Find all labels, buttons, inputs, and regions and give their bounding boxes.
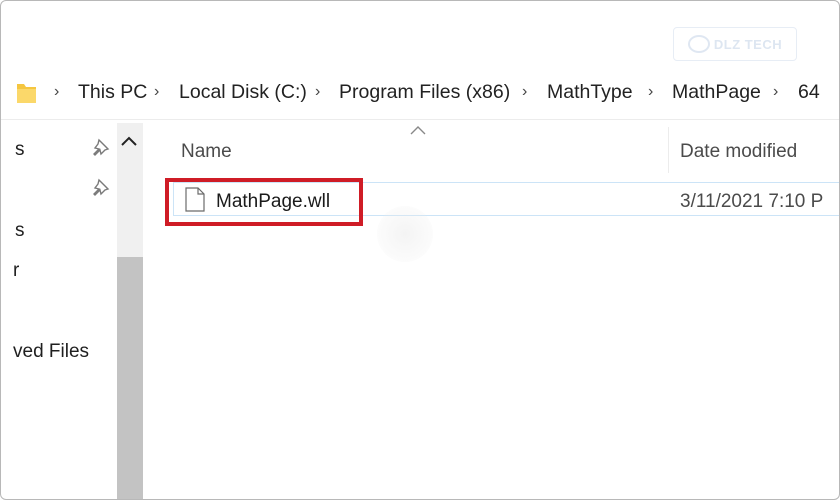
breadcrumb-program-files[interactable]: Program Files (x86) <box>339 81 510 103</box>
breadcrumb-64[interactable]: 64 <box>798 81 820 103</box>
chevron-up-icon[interactable] <box>120 134 138 148</box>
address-bar-divider <box>1 119 839 120</box>
sort-up-icon <box>410 126 426 135</box>
breadcrumb-local-disk[interactable]: Local Disk (C:) <box>179 81 307 103</box>
chevron-right-icon[interactable]: › <box>54 81 59 103</box>
chevron-right-icon[interactable]: › <box>154 81 159 103</box>
chevron-right-icon[interactable]: › <box>315 81 320 103</box>
pin-icon[interactable] <box>92 178 110 196</box>
folder-icon[interactable] <box>17 81 36 103</box>
watermark-logo: DLZ TECH <box>673 27 797 61</box>
cursor-highlight <box>377 206 433 262</box>
column-divider[interactable] <box>668 127 669 173</box>
chevron-right-icon[interactable]: › <box>648 81 653 103</box>
nav-item-saved-files[interactable]: ved Files <box>13 341 89 363</box>
chevron-right-icon[interactable]: › <box>773 81 778 103</box>
nav-item[interactable]: r <box>13 260 19 282</box>
watermark-icon <box>687 35 710 53</box>
watermark-text: DLZ TECH <box>713 36 783 52</box>
column-header-date-modified[interactable]: Date modified <box>680 141 797 163</box>
nav-item[interactable]: s <box>15 220 25 242</box>
chevron-right-icon[interactable]: › <box>522 81 527 103</box>
nav-scrollbar-thumb[interactable] <box>117 257 143 499</box>
breadcrumb-mathpage[interactable]: MathPage <box>672 81 761 103</box>
highlight-annotation <box>165 178 363 226</box>
column-header-name[interactable]: Name <box>181 141 232 163</box>
explorer-window: DLZ TECH › This PC › Local Disk (C:) › P… <box>0 0 840 500</box>
breadcrumb-mathtype[interactable]: MathType <box>547 81 633 103</box>
breadcrumb-this-pc[interactable]: This PC <box>78 81 147 103</box>
nav-item[interactable]: s <box>15 139 25 161</box>
pin-icon[interactable] <box>92 138 110 156</box>
file-date-modified: 3/11/2021 7:10 P <box>680 191 824 212</box>
